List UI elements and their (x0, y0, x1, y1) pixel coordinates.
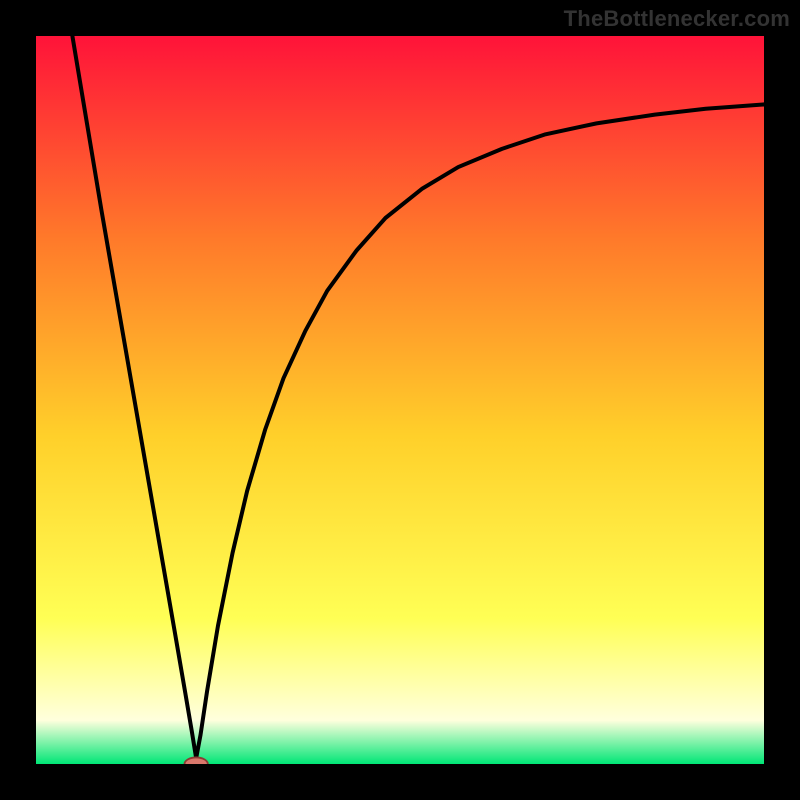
optimal-point-marker (185, 757, 208, 764)
chart-frame: TheBottlenecker.com (0, 0, 800, 800)
plot-area (36, 36, 764, 764)
chart-svg (36, 36, 764, 764)
gradient-background (36, 36, 764, 764)
credit-label: TheBottlenecker.com (564, 6, 790, 32)
